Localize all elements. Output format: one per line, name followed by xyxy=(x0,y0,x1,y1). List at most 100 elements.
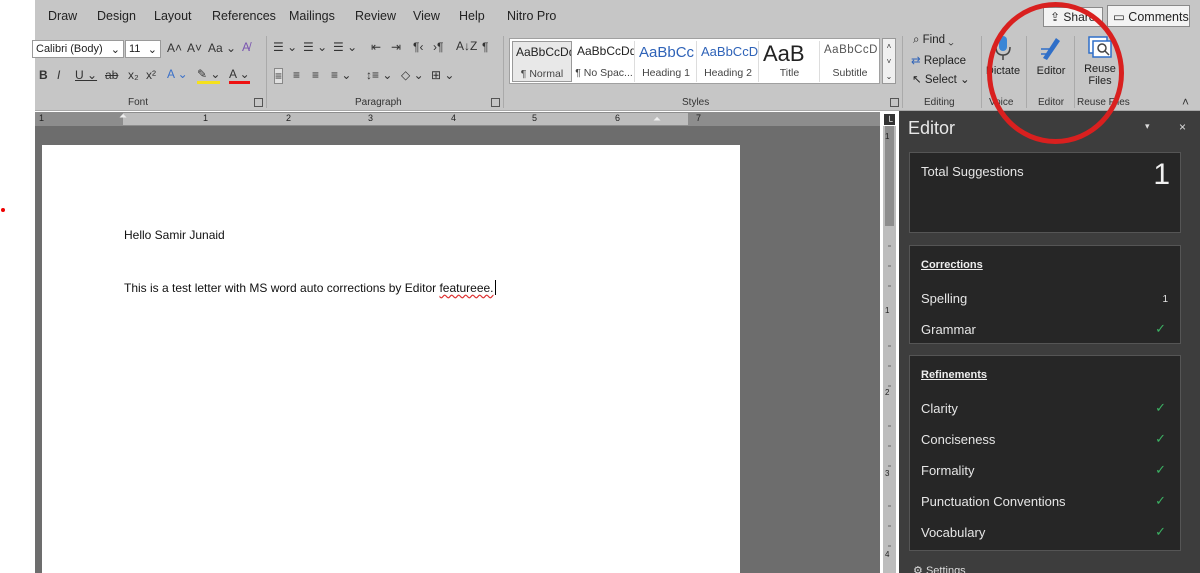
font-dialog-launcher-icon[interactable] xyxy=(254,98,263,107)
grow-font-icon[interactable]: A˄ xyxy=(167,41,182,55)
comment-icon: ▭ xyxy=(1113,10,1125,24)
style-title[interactable]: AaB Title xyxy=(760,41,820,82)
corrections-title: Corrections xyxy=(921,259,983,271)
rtl-icon[interactable]: ›¶ xyxy=(433,40,443,54)
right-indent-marker-icon[interactable]: ⏶ xyxy=(653,113,661,127)
editor-button[interactable]: Editor xyxy=(1030,34,1072,77)
document-line-body[interactable]: This is a test letter with MS word auto … xyxy=(124,280,496,295)
shrink-font-icon[interactable]: A˅ xyxy=(187,41,202,55)
borders-icon[interactable]: ⊞ ⌄ xyxy=(431,68,454,82)
font-name-select[interactable]: Calibri (Body) ⌄ xyxy=(32,40,124,58)
ruler-number: 3 xyxy=(368,113,374,123)
find-button[interactable]: ⌕ Find ⌄ xyxy=(913,34,954,47)
styles-gallery-scroll[interactable]: ˄ ˅ ⌄ xyxy=(882,38,896,84)
horizontal-ruler: 1 1 2 3 4 5 6 7 ⏶ ⏶ xyxy=(35,110,880,127)
font-size-select[interactable]: 11 ⌄ xyxy=(125,40,161,58)
font-color-icon[interactable]: A ⌄ xyxy=(229,67,250,84)
style-normal[interactable]: AaBbCcDd ¶ Normal xyxy=(512,41,572,82)
check-icon: ✓ xyxy=(1155,524,1166,539)
change-case-button[interactable]: Aa ⌄ xyxy=(208,41,236,55)
bold-icon[interactable]: B xyxy=(39,68,48,82)
show-formatting-icon[interactable]: ¶ xyxy=(482,40,488,54)
styles-group-label: Styles xyxy=(682,97,710,108)
tab-references[interactable]: References xyxy=(212,9,276,23)
tab-nitro-pro[interactable]: Nitro Pro xyxy=(507,9,556,23)
tab-view[interactable]: View xyxy=(413,9,440,23)
ruler-number: 7 xyxy=(696,113,702,123)
reuse-files-button[interactable]: Reuse Files xyxy=(1079,34,1121,87)
close-icon[interactable]: × xyxy=(1179,120,1186,134)
styles-dialog-launcher-icon[interactable] xyxy=(890,98,899,107)
group-separator xyxy=(902,36,903,108)
style-subtitle[interactable]: AaBbCcD Subtitle xyxy=(821,41,879,82)
justify-icon[interactable]: ≡ ⌄ xyxy=(331,68,351,82)
tab-design[interactable]: Design xyxy=(97,9,136,23)
dictate-button[interactable]: Dictate xyxy=(983,34,1023,77)
tab-help[interactable]: Help xyxy=(459,9,485,23)
subscript-icon[interactable]: x₂ xyxy=(128,68,139,82)
align-center-icon[interactable]: ≡ xyxy=(293,68,300,82)
chevron-up-icon[interactable]: ˄ xyxy=(883,39,895,54)
style-heading-1[interactable]: AaBbCc Heading 1 xyxy=(636,41,697,82)
bullets-icon[interactable]: ☰ ⌄ xyxy=(273,40,297,54)
document-page[interactable]: Hello Samir Junaid This is a test letter… xyxy=(42,145,740,573)
align-right-icon[interactable]: ≡ xyxy=(312,68,319,82)
italic-icon[interactable]: I xyxy=(57,68,60,82)
red-dot-marker xyxy=(1,208,5,212)
sort-icon[interactable]: A↓Z xyxy=(456,39,477,53)
comments-button[interactable]: ▭ Comments xyxy=(1107,5,1190,27)
style-heading-2[interactable]: AaBbCcD Heading 2 xyxy=(698,41,759,82)
collapse-ribbon-icon[interactable]: ˄ xyxy=(1182,95,1189,109)
spelling-count: 1 xyxy=(1162,294,1168,305)
underline-icon[interactable]: U ⌄ xyxy=(75,68,97,82)
tab-draw[interactable]: Draw xyxy=(48,9,77,23)
share-button[interactable]: ⇪ Share xyxy=(1043,7,1103,27)
corrections-card: Corrections Spelling 1 Grammar ✓ xyxy=(909,245,1181,344)
gallery-more-icon[interactable]: ⌄ xyxy=(883,69,895,84)
group-separator xyxy=(1026,36,1027,108)
style-no-spacing[interactable]: AaBbCcDd ¶ No Spac... xyxy=(574,41,635,82)
highlight-icon[interactable]: ✎ ⌄ xyxy=(197,67,221,84)
clear-formatting-icon[interactable]: A̸ xyxy=(242,40,250,54)
reuse-files-icon xyxy=(1088,36,1112,58)
gear-icon: ⚙ xyxy=(913,565,923,573)
line-spacing-icon[interactable]: ↕≡ ⌄ xyxy=(366,68,392,82)
check-icon: ✓ xyxy=(1155,431,1166,446)
superscript-icon[interactable]: x² xyxy=(146,68,156,82)
chevron-down-icon[interactable]: ˅ xyxy=(883,54,895,69)
ltr-icon[interactable]: ¶‹ xyxy=(413,40,423,54)
settings-link[interactable]: ⚙ Settings xyxy=(913,564,966,573)
select-button[interactable]: ↖ Select ⌄ xyxy=(912,72,970,86)
chevron-down-icon: ⌄ xyxy=(960,74,970,86)
tab-review[interactable]: Review xyxy=(355,9,396,23)
ruler-number: 2 xyxy=(286,113,292,123)
align-left-icon[interactable]: ≡ xyxy=(274,68,284,84)
font-group-label: Font xyxy=(128,97,149,108)
tab-stop-selector-icon[interactable]: └ xyxy=(884,114,895,126)
group-separator xyxy=(266,36,267,108)
ruler-number: 1 xyxy=(39,113,45,123)
replace-button[interactable]: ⇄ Replace xyxy=(911,53,966,67)
group-separator xyxy=(1074,36,1075,108)
pane-options-icon[interactable]: ▾ xyxy=(1145,121,1150,132)
shading-icon[interactable]: ◇ ⌄ xyxy=(401,68,424,82)
tab-mailings[interactable]: Mailings xyxy=(289,9,335,23)
ruler-number: 1 xyxy=(885,306,890,315)
increase-indent-icon[interactable]: ⇥ xyxy=(391,40,401,54)
editor-pane-title: Editor xyxy=(908,118,956,138)
ruler-number: 6 xyxy=(615,113,621,123)
multilevel-list-icon[interactable]: ☰ ⌄ xyxy=(333,40,357,54)
replace-icon: ⇄ xyxy=(911,55,921,67)
tab-layout[interactable]: Layout xyxy=(154,9,192,23)
misspelled-word[interactable]: featureee. xyxy=(439,281,493,295)
numbering-icon[interactable]: ☰ ⌄ xyxy=(303,40,327,54)
decrease-indent-icon[interactable]: ⇤ xyxy=(371,40,381,54)
chevron-down-icon: ⌄ xyxy=(948,34,954,46)
strikethrough-icon[interactable]: ab xyxy=(105,68,118,82)
indent-marker-icon[interactable]: ⏶ xyxy=(119,110,127,124)
text-effects-icon[interactable]: A ⌄ xyxy=(167,67,188,81)
paragraph-dialog-launcher-icon[interactable] xyxy=(491,98,500,107)
document-line-greeting[interactable]: Hello Samir Junaid xyxy=(124,228,225,242)
ruler-number: 1 xyxy=(885,132,890,141)
chevron-down-icon: ⌄ xyxy=(110,44,120,56)
